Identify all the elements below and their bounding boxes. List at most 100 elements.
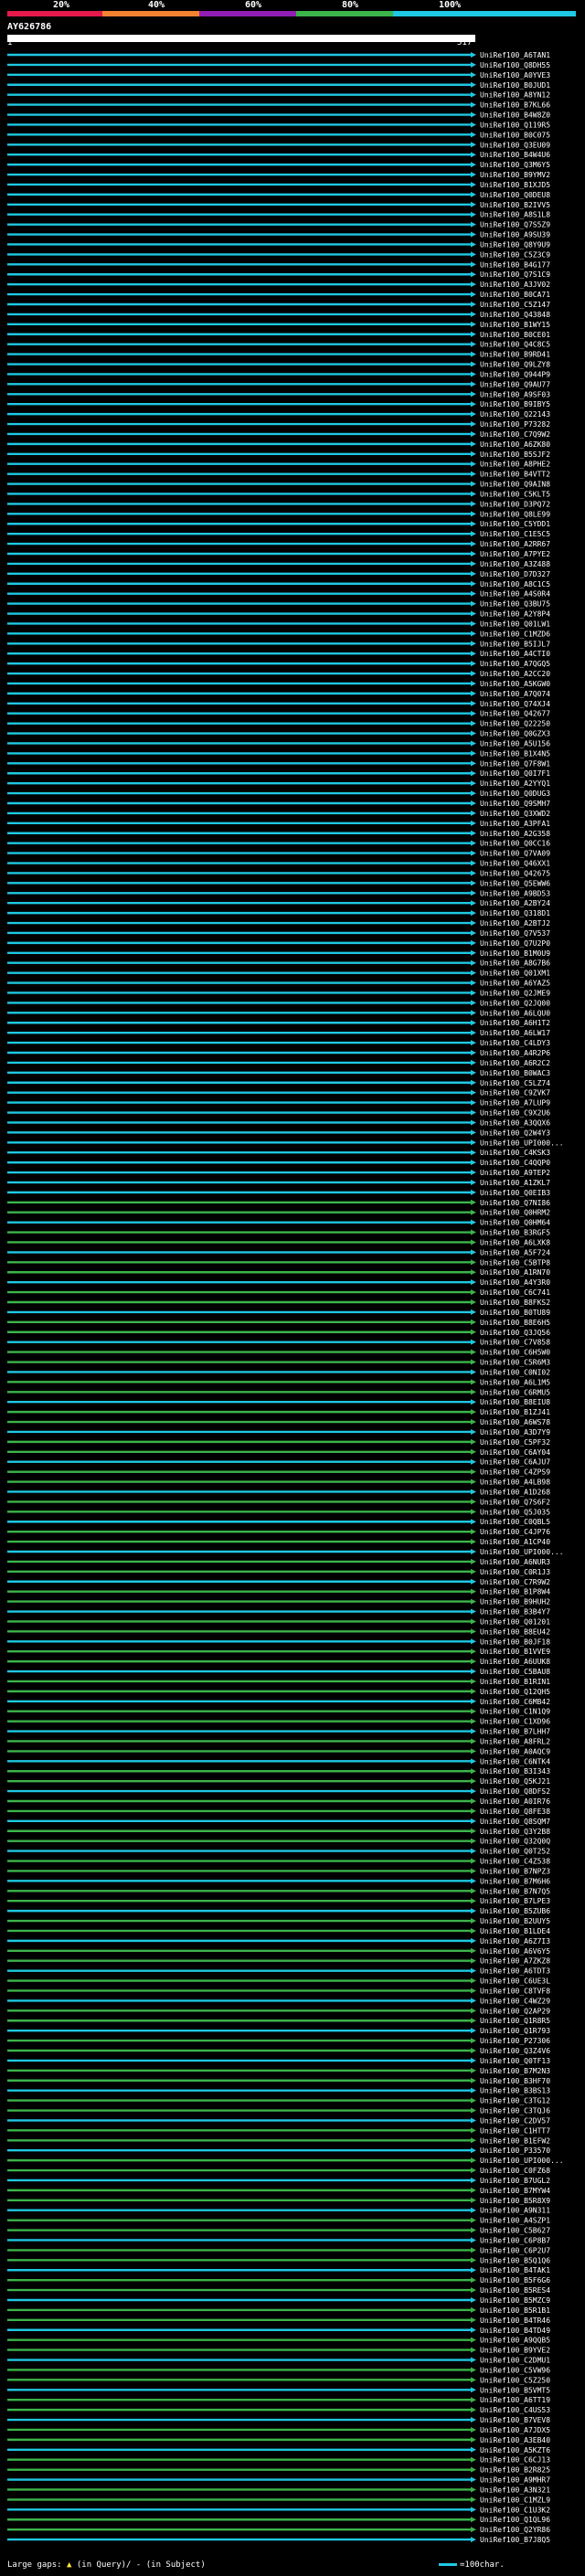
hit-label[interactable]: UniRef100_C4Z538	[480, 1858, 550, 1866]
hit-label[interactable]: UniRef100_Q8SQM7	[480, 1818, 550, 1826]
hit-label[interactable]: UniRef100_C6C741	[480, 1288, 550, 1297]
hit-label[interactable]: UniRef100_Q9AIN8	[480, 481, 550, 489]
hit-label[interactable]: UniRef100_C6NTK4	[480, 1757, 550, 1765]
hit-label[interactable]: UniRef100_C2DMU1	[480, 2357, 550, 2365]
hit-label[interactable]: UniRef100_C6H5W0	[480, 1349, 550, 1357]
hit-label[interactable]: UniRef100_C4WZ29	[480, 1997, 550, 2005]
hit-label[interactable]: UniRef100_C1N1Q9	[480, 1708, 550, 1716]
hit-label[interactable]: UniRef100_A0AQC9	[480, 1747, 550, 1755]
hit-label[interactable]: UniRef100_Q0DEU8	[480, 191, 550, 199]
hit-label[interactable]: UniRef100_A3JV02	[480, 281, 550, 289]
hit-label[interactable]: UniRef100_C6AJU7	[480, 1458, 550, 1467]
hit-label[interactable]: UniRef100_A6TT19	[480, 2396, 550, 2404]
hit-label[interactable]: UniRef100_C6MB42	[480, 1698, 550, 1706]
hit-label[interactable]: UniRef100_Q2YR86	[480, 2526, 550, 2534]
hit-label[interactable]: UniRef100_C1MZL9	[480, 2496, 550, 2504]
hit-label[interactable]: UniRef100_B5IJL7	[480, 640, 550, 648]
hit-label[interactable]: UniRef100_Q3XWD2	[480, 810, 550, 818]
hit-label[interactable]: UniRef100_A9MHR7	[480, 2476, 550, 2485]
hit-label[interactable]: UniRef100_A8C1C5	[480, 580, 550, 588]
hit-label[interactable]: UniRef100_B4G177	[480, 260, 550, 269]
hit-label[interactable]: UniRef100_B3RGF5	[480, 1229, 550, 1237]
hit-label[interactable]: UniRef100_A3D7Y9	[480, 1428, 550, 1436]
hit-label[interactable]: UniRef100_C4LDY3	[480, 1039, 550, 1047]
hit-label[interactable]: UniRef100_Q9LZY8	[480, 361, 550, 369]
hit-label[interactable]: UniRef100_B8E6H5	[480, 1319, 550, 1327]
hit-label[interactable]: UniRef100_Q8DFS2	[480, 1787, 550, 1796]
hit-label[interactable]: UniRef100_A6UUK8	[480, 1658, 550, 1666]
hit-label[interactable]: UniRef100_Q3EU09	[480, 141, 550, 149]
hit-label[interactable]: UniRef100_Q0DUG3	[480, 790, 550, 798]
hit-label[interactable]: UniRef100_B9YVE2	[480, 2347, 550, 2355]
hit-label[interactable]: UniRef100_Q42675	[480, 869, 550, 877]
hit-label[interactable]: UniRef100_A6Z7I3	[480, 1937, 550, 1945]
hit-label[interactable]: UniRef100_Q7NI86	[480, 1199, 550, 1207]
hit-label[interactable]: UniRef100_A4S0R4	[480, 590, 550, 599]
hit-label[interactable]: UniRef100_UPI000...	[480, 1548, 564, 1556]
hit-label[interactable]: UniRef100_C5PF32	[480, 1438, 550, 1447]
hit-label[interactable]: UniRef100_Q8LE99	[480, 510, 550, 518]
hit-label[interactable]: UniRef100_A6H1T2	[480, 1019, 550, 1027]
hit-label[interactable]: UniRef100_A8FRL2	[480, 1737, 550, 1745]
hit-label[interactable]: UniRef100_B0JUD1	[480, 81, 550, 90]
hit-label[interactable]: UniRef100_C5BTP8	[480, 1258, 550, 1267]
hit-label[interactable]: UniRef100_A6YAZ5	[480, 980, 550, 988]
hit-label[interactable]: UniRef100_P33570	[480, 2147, 550, 2155]
hit-label[interactable]: UniRef100_C7R9W2	[480, 1578, 550, 1586]
hit-label[interactable]: UniRef100_Q3JQ56	[480, 1329, 550, 1337]
hit-label[interactable]: UniRef100_Q46XX1	[480, 860, 550, 868]
hit-label[interactable]: UniRef100_A3Z488	[480, 560, 550, 568]
hit-label[interactable]: UniRef100_Q1QL96	[480, 2516, 550, 2524]
hit-label[interactable]: UniRef100_A8G7B6	[480, 959, 550, 968]
hit-label[interactable]: UniRef100_A2BY24	[480, 899, 550, 907]
hit-label[interactable]: UniRef100_A6R2C2	[480, 1059, 550, 1067]
hit-label[interactable]: UniRef100_A5KGW0	[480, 680, 550, 688]
hit-label[interactable]: UniRef100_C3TG12	[480, 2097, 550, 2105]
hit-label[interactable]: UniRef100_A4CTI0	[480, 650, 550, 658]
hit-label[interactable]: UniRef100_B5F6G6	[480, 2276, 550, 2284]
hit-label[interactable]: UniRef100_A9N311	[480, 2207, 550, 2215]
hit-label[interactable]: UniRef100_B7VEV8	[480, 2416, 550, 2424]
hit-label[interactable]: UniRef100_A6L1M5	[480, 1378, 550, 1386]
hit-label[interactable]: UniRef100_B1ZJ41	[480, 1408, 550, 1416]
hit-label[interactable]: UniRef100_B5MZC9	[480, 2296, 550, 2305]
hit-label[interactable]: UniRef100_P73282	[480, 420, 550, 429]
hit-label[interactable]: UniRef100_B9RD41	[480, 351, 550, 359]
hit-label[interactable]: UniRef100_B3BS13	[480, 2087, 550, 2095]
hit-label[interactable]: UniRef100_A6NUR3	[480, 1558, 550, 1566]
hit-label[interactable]: UniRef100_B4W8Z0	[480, 111, 550, 120]
hit-label[interactable]: UniRef100_C5Z3C9	[480, 250, 550, 259]
hit-label[interactable]: UniRef100_B9YMV2	[480, 171, 550, 179]
hit-label[interactable]: UniRef100_B0TU89	[480, 1309, 550, 1317]
hit-label[interactable]: UniRef100_C4KSK3	[480, 1149, 550, 1157]
hit-label[interactable]: UniRef100_C5VW96	[480, 2366, 550, 2374]
hit-label[interactable]: UniRef100_B5R1B1	[480, 2306, 550, 2315]
hit-label[interactable]: UniRef100_B5ZUB6	[480, 1907, 550, 1915]
hit-label[interactable]: UniRef100_Q01201	[480, 1617, 550, 1626]
hit-label[interactable]: UniRef100_C9X2U6	[480, 1109, 550, 1118]
hit-label[interactable]: UniRef100_B4TD49	[480, 2327, 550, 2335]
hit-label[interactable]: UniRef100_B3HF70	[480, 2077, 550, 2085]
hit-label[interactable]: UniRef100_C1HTT7	[480, 2126, 550, 2135]
hit-label[interactable]: UniRef100_B2UUY5	[480, 1917, 550, 1925]
hit-label[interactable]: UniRef100_C5R6M3	[480, 1359, 550, 1367]
hit-label[interactable]: UniRef100_A2CC20	[480, 670, 550, 678]
hit-label[interactable]: UniRef100_C5KLT5	[480, 490, 550, 498]
hit-label[interactable]: UniRef100_UPI000...	[480, 2157, 564, 2165]
hit-label[interactable]: UniRef100_A8S1L8	[480, 211, 550, 219]
hit-label[interactable]: UniRef100_Q8FE38	[480, 1807, 550, 1816]
hit-label[interactable]: UniRef100_B7MYW4	[480, 2187, 550, 2195]
hit-label[interactable]: UniRef100_Q01XM1	[480, 970, 550, 978]
hit-label[interactable]: UniRef100_C2DV57	[480, 2116, 550, 2125]
hit-label[interactable]: UniRef100_UPI000...	[480, 1139, 564, 1147]
hit-label[interactable]: UniRef100_B0CE01	[480, 331, 550, 339]
hit-label[interactable]: UniRef100_B9HUH2	[480, 1598, 550, 1606]
hit-label[interactable]: UniRef100_Q3Z4V6	[480, 2047, 550, 2055]
hit-label[interactable]: UniRef100_B7M2N3	[480, 2067, 550, 2075]
hit-label[interactable]: UniRef100_C7Q9W2	[480, 430, 550, 439]
hit-label[interactable]: UniRef100_Q7S6F2	[480, 1498, 550, 1506]
hit-label[interactable]: UniRef100_C0FZ68	[480, 2167, 550, 2175]
hit-label[interactable]: UniRef100_B1WY15	[480, 321, 550, 329]
hit-label[interactable]: UniRef100_A0YVE3	[480, 71, 550, 80]
hit-label[interactable]: UniRef100_A9SF03	[480, 390, 550, 398]
